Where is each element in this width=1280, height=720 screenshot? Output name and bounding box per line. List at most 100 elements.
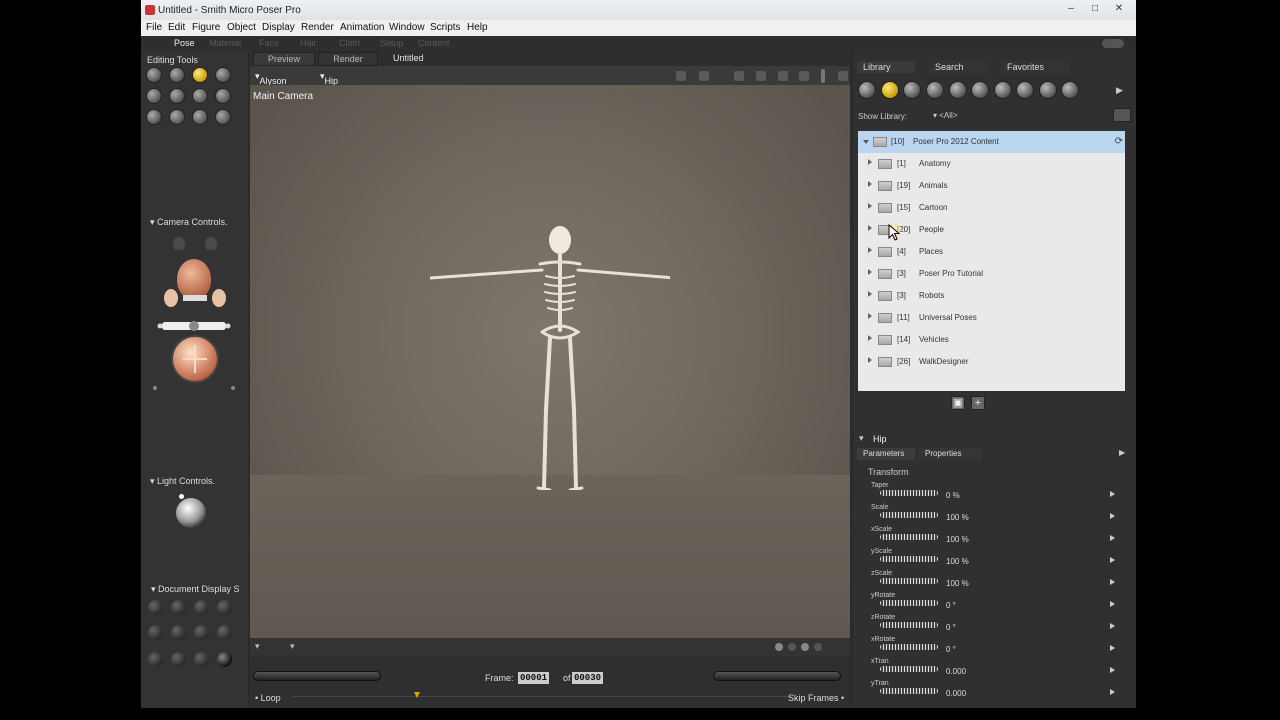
param-dial[interactable] bbox=[880, 688, 938, 694]
menu-animation[interactable]: Animation bbox=[340, 22, 384, 33]
skip-frames-toggle[interactable]: Skip Frames • bbox=[788, 693, 844, 703]
room-options-icon[interactable] bbox=[1102, 39, 1124, 48]
library-folder-cartoon[interactable]: [15] Cartoon bbox=[858, 197, 1125, 219]
display-smooth-shaded-icon[interactable] bbox=[171, 652, 186, 667]
expand-arrow-icon[interactable] bbox=[868, 247, 872, 253]
param-menu-icon[interactable] bbox=[1110, 535, 1115, 541]
tab-properties[interactable]: Properties bbox=[919, 448, 981, 460]
room-tab-pose[interactable]: Pose bbox=[174, 38, 195, 48]
room-tab-content[interactable]: Content bbox=[418, 38, 450, 48]
view-dot-1-icon[interactable] bbox=[775, 643, 783, 651]
display-flat-shaded-icon[interactable] bbox=[171, 625, 186, 640]
library-folder-places[interactable]: [4] Places bbox=[858, 241, 1125, 263]
menu-scripts[interactable]: Scripts bbox=[430, 22, 461, 33]
grouping-tool-icon[interactable] bbox=[146, 109, 162, 125]
param-dial[interactable] bbox=[880, 556, 938, 562]
refresh-icon[interactable]: ⟳ bbox=[1115, 136, 1123, 147]
param-zrotate[interactable]: zRotate 0 ° bbox=[868, 614, 1128, 636]
room-tab-hair[interactable]: Hair bbox=[300, 38, 317, 48]
camera-trackball[interactable] bbox=[171, 335, 219, 383]
close-icon[interactable]: ✕ bbox=[1108, 2, 1130, 16]
param-menu-icon[interactable] bbox=[1110, 557, 1115, 563]
viewport-menu-icon[interactable] bbox=[838, 71, 848, 81]
menu-render[interactable]: Render bbox=[301, 22, 334, 33]
add-library-icon[interactable] bbox=[1113, 108, 1131, 122]
poses-category-icon[interactable] bbox=[881, 81, 899, 99]
expand-arrow-icon[interactable] bbox=[868, 269, 872, 275]
camera-menu-icon[interactable]: ▾ bbox=[255, 641, 260, 652]
param-dial[interactable] bbox=[880, 490, 938, 496]
expand-arrow-icon[interactable] bbox=[868, 181, 872, 187]
props-category-icon[interactable] bbox=[971, 81, 989, 99]
translate-tool-icon[interactable] bbox=[192, 67, 208, 83]
room-tab-material[interactable]: Material bbox=[209, 38, 241, 48]
param-menu-icon[interactable] bbox=[1110, 667, 1115, 673]
camera-scale-handle-left[interactable] bbox=[153, 386, 157, 390]
camera-label[interactable]: Main Camera bbox=[253, 91, 313, 102]
morphing-tool-icon[interactable] bbox=[192, 109, 208, 125]
menu-object[interactable]: Object bbox=[227, 22, 256, 33]
display-silhouette-icon[interactable] bbox=[148, 600, 163, 615]
library-panel-arrow-icon[interactable]: ▶ bbox=[1116, 85, 1123, 96]
transform-group-title[interactable]: Transform bbox=[868, 467, 909, 477]
ground-toggle-icon[interactable] bbox=[756, 71, 766, 81]
view-dot-2-icon[interactable] bbox=[788, 643, 796, 651]
menu-figure[interactable]: Figure bbox=[192, 22, 220, 33]
taper-tool-icon[interactable] bbox=[169, 88, 185, 104]
frame-input[interactable]: 00001 bbox=[518, 672, 550, 684]
param-dial[interactable] bbox=[880, 600, 938, 606]
hands-category-icon[interactable] bbox=[949, 81, 967, 99]
param-menu-icon[interactable] bbox=[1110, 513, 1115, 519]
materials-category-icon[interactable] bbox=[1039, 81, 1057, 99]
keyframe-buttons[interactable] bbox=[713, 671, 841, 681]
timeline-marker[interactable] bbox=[414, 692, 420, 698]
expressions-category-icon[interactable] bbox=[903, 81, 921, 99]
display-texture-shaded-icon[interactable] bbox=[217, 652, 232, 667]
camera-hand-controls-icon[interactable] bbox=[161, 287, 229, 309]
skeleton-figure[interactable] bbox=[430, 220, 670, 490]
library-folder-robots[interactable]: [3] Robots bbox=[858, 285, 1125, 307]
direct-manipulation-icon[interactable] bbox=[215, 109, 231, 125]
tab-parameters[interactable]: Parameters bbox=[857, 448, 915, 460]
param-ytran[interactable]: yTran 0.000 bbox=[868, 680, 1128, 702]
room-tab-setup[interactable]: Setup bbox=[380, 38, 404, 48]
param-value[interactable]: 0 ° bbox=[946, 645, 956, 654]
camera-hands-icon[interactable] bbox=[171, 236, 239, 250]
tab-preview[interactable]: Preview bbox=[253, 52, 315, 66]
menu-display[interactable]: Display bbox=[262, 22, 295, 33]
expand-arrow-icon[interactable] bbox=[868, 159, 872, 165]
rotate-tool-icon[interactable] bbox=[146, 67, 162, 83]
light-controls-title[interactable]: ▾ Light Controls. bbox=[150, 476, 215, 487]
expand-arrow-icon[interactable] bbox=[868, 313, 872, 319]
twist-tool-icon[interactable] bbox=[169, 67, 185, 83]
figures-category-icon[interactable] bbox=[858, 81, 876, 99]
param-xrotate[interactable]: xRotate 0 ° bbox=[868, 636, 1128, 658]
param-menu-icon[interactable] bbox=[1110, 645, 1115, 651]
scale-tool-icon[interactable] bbox=[146, 88, 162, 104]
scenes-category-icon[interactable] bbox=[1061, 81, 1079, 99]
view-dot-3-icon[interactable] bbox=[801, 643, 809, 651]
apply-library-icon[interactable]: ▣ bbox=[951, 396, 965, 410]
document-display-title[interactable]: ▾ Document Display S bbox=[151, 584, 240, 595]
cameras-category-icon[interactable] bbox=[1016, 81, 1034, 99]
param-value[interactable]: 100 % bbox=[946, 513, 969, 522]
param-yrotate[interactable]: yRotate 0 ° bbox=[868, 592, 1128, 614]
view-magnifier-icon[interactable] bbox=[169, 109, 185, 125]
library-folder-vehicles[interactable]: [14] Vehicles bbox=[858, 329, 1125, 351]
menu-window[interactable]: Window bbox=[389, 22, 425, 33]
display-wireframe-icon[interactable] bbox=[194, 600, 209, 615]
param-menu-icon[interactable] bbox=[1110, 623, 1115, 629]
expand-arrow-icon[interactable] bbox=[868, 357, 872, 363]
minimize-icon[interactable]: – bbox=[1060, 2, 1082, 16]
expand-arrow-icon[interactable] bbox=[868, 335, 872, 341]
collapse-arrow-icon[interactable] bbox=[863, 140, 869, 144]
display-shaded-icon[interactable] bbox=[148, 652, 163, 667]
param-dial[interactable] bbox=[880, 512, 938, 518]
view-dot-4-icon[interactable] bbox=[814, 643, 822, 651]
light-indicator-icon[interactable] bbox=[179, 494, 184, 499]
param-menu-icon[interactable] bbox=[1110, 579, 1115, 585]
param-value[interactable]: 100 % bbox=[946, 535, 969, 544]
param-value[interactable]: 0.000 bbox=[946, 689, 966, 698]
display-menu-icon[interactable]: ▾ bbox=[290, 641, 295, 652]
layout-split-icon[interactable] bbox=[699, 71, 709, 81]
